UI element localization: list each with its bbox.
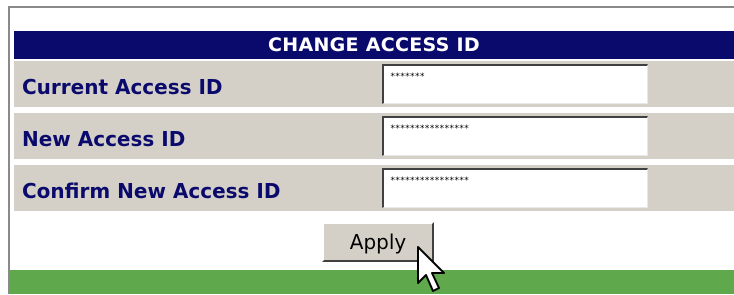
form-title: CHANGE ACCESS ID: [14, 31, 734, 59]
new-access-id-input[interactable]: ****************: [382, 116, 648, 156]
confirm-new-access-id-input[interactable]: ****************: [382, 168, 648, 208]
new-access-id-row: New Access ID ****************: [14, 113, 734, 159]
current-access-id-label: Current Access ID: [22, 75, 223, 99]
footer-green-bar: [10, 270, 734, 294]
confirm-new-access-id-label: Confirm New Access ID: [22, 179, 281, 203]
new-access-id-label: New Access ID: [22, 127, 186, 151]
current-access-id-row: Current Access ID *******: [14, 61, 734, 107]
mouse-pointer-icon: [417, 246, 445, 292]
confirm-new-access-id-row: Confirm New Access ID ****************: [14, 165, 734, 211]
current-access-id-input[interactable]: *******: [382, 64, 648, 104]
